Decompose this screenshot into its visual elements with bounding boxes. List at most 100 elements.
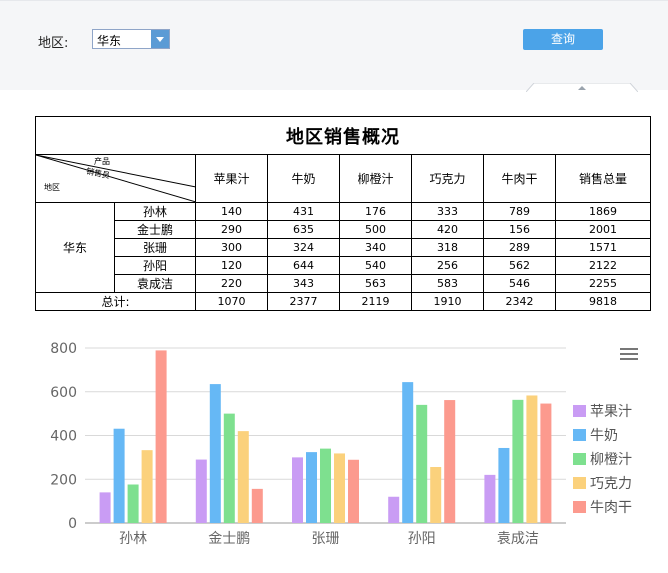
bar (512, 399, 524, 523)
value-cell: 220 (195, 274, 268, 293)
grand-total-cell: 1070 (195, 292, 268, 311)
filter-toolbar: 地区: 华东 查询 (0, 0, 668, 92)
sales-bar-chart: 0 200 400 600 800 孙林 金士鹏 张珊 孙阳 袁成洁 苹果汁牛奶柳橙汁巧克力牛肉干 (50, 341, 632, 547)
salesperson-cell: 金士鹏 (114, 220, 196, 239)
value-cell: 333 (411, 202, 484, 221)
bar (209, 384, 221, 523)
total-cell: 1571 (555, 238, 651, 257)
x-tick-label: 张珊 (312, 531, 340, 547)
corner-label-product: 产品 (94, 157, 110, 166)
bar (195, 459, 207, 523)
bar (141, 450, 153, 523)
bar (223, 413, 235, 523)
x-tick-label: 孙阳 (408, 531, 436, 547)
value-cell: 563 (339, 274, 412, 293)
value-cell: 583 (411, 274, 484, 293)
column-header: 销售总量 (555, 154, 651, 203)
corner-label-region: 地区 (44, 183, 60, 192)
region-select-value: 华东 (97, 34, 122, 48)
legend-label: 巧克力 (590, 476, 632, 492)
bar (320, 448, 331, 523)
bar (416, 404, 428, 523)
value-cell: 789 (483, 202, 556, 221)
value-cell: 120 (195, 256, 268, 275)
salesperson-cell: 张珊 (114, 238, 196, 257)
bar (540, 403, 552, 523)
value-cell: 176 (339, 202, 412, 221)
legend-swatch (573, 501, 586, 513)
bar (484, 474, 496, 523)
y-tick-label: 600 (50, 385, 77, 401)
legend-swatch (573, 477, 586, 489)
collapse-toggle-icon[interactable] (526, 83, 638, 92)
bar (127, 484, 139, 523)
value-cell: 431 (267, 202, 340, 221)
value-cell: 635 (267, 220, 340, 239)
menu-icon[interactable] (620, 348, 638, 362)
bar (99, 492, 111, 523)
legend-label: 牛奶 (590, 428, 618, 444)
column-header: 牛肉干 (483, 154, 556, 203)
legend-swatch (573, 453, 586, 465)
value-cell: 420 (411, 220, 484, 239)
bar (444, 400, 456, 523)
salesperson-cell: 袁成洁 (114, 274, 196, 293)
legend-label: 柳橙汁 (590, 451, 632, 468)
bar (237, 431, 249, 523)
bar (113, 428, 125, 523)
value-cell: 644 (267, 256, 340, 275)
bar (251, 488, 263, 523)
total-label: 总计: (35, 292, 196, 311)
legend-label: 牛肉干 (590, 500, 632, 516)
report-title: 地区销售概况 (35, 116, 651, 155)
total-cell: 2255 (555, 274, 651, 293)
value-cell: 156 (483, 220, 556, 239)
salesperson-cell: 孙阳 (114, 256, 196, 275)
total-cell: 2122 (555, 256, 651, 275)
column-header: 柳橙汁 (339, 154, 412, 203)
value-cell: 340 (339, 238, 412, 257)
query-button[interactable]: 查询 (523, 29, 603, 50)
value-cell: 140 (195, 202, 268, 221)
bar (334, 453, 345, 523)
value-cell: 343 (267, 274, 340, 293)
sales-report-table: 地区销售概况 产品 销售员 地区 苹果汁 牛奶 柳橙汁 巧克力 牛肉干 销售总量… (35, 116, 651, 311)
legend-swatch (573, 405, 586, 417)
region-select[interactable]: 华东 (92, 29, 170, 49)
value-cell: 562 (483, 256, 556, 275)
value-cell: 500 (339, 220, 412, 239)
grand-total-cell: 2377 (267, 292, 340, 311)
region-cell: 华东 (35, 202, 115, 293)
salesperson-cell: 孙林 (114, 202, 196, 221)
y-tick-label: 200 (50, 472, 77, 488)
grand-total-cell: 2119 (339, 292, 412, 311)
column-header: 苹果汁 (195, 154, 268, 203)
region-label: 地区: (38, 36, 69, 51)
bar (402, 382, 414, 523)
value-cell: 324 (267, 238, 340, 257)
x-tick-label: 金士鹏 (208, 531, 250, 547)
diagonal-header-cell: 产品 销售员 地区 (35, 154, 196, 203)
y-tick-label: 0 (68, 516, 77, 532)
bar (430, 467, 442, 523)
y-tick-label: 800 (50, 341, 77, 357)
legend-swatch (573, 429, 586, 441)
grand-total-cell: 2342 (483, 292, 556, 311)
bar (155, 350, 167, 523)
grand-total-cell: 9818 (555, 292, 651, 311)
value-cell: 540 (339, 256, 412, 275)
value-cell: 256 (411, 256, 484, 275)
bar (388, 496, 400, 523)
y-tick-label: 400 (50, 429, 77, 445)
total-cell: 1869 (555, 202, 651, 221)
total-cell: 2001 (555, 220, 651, 239)
x-tick-label: 袁成洁 (497, 531, 539, 547)
x-tick-label: 孙林 (119, 531, 147, 547)
grand-total-cell: 1910 (411, 292, 484, 311)
value-cell: 318 (411, 238, 484, 257)
bar (526, 395, 538, 523)
legend-label: 苹果汁 (590, 404, 632, 420)
column-header: 牛奶 (267, 154, 340, 203)
chevron-down-icon[interactable] (151, 30, 169, 48)
bar (306, 452, 317, 523)
